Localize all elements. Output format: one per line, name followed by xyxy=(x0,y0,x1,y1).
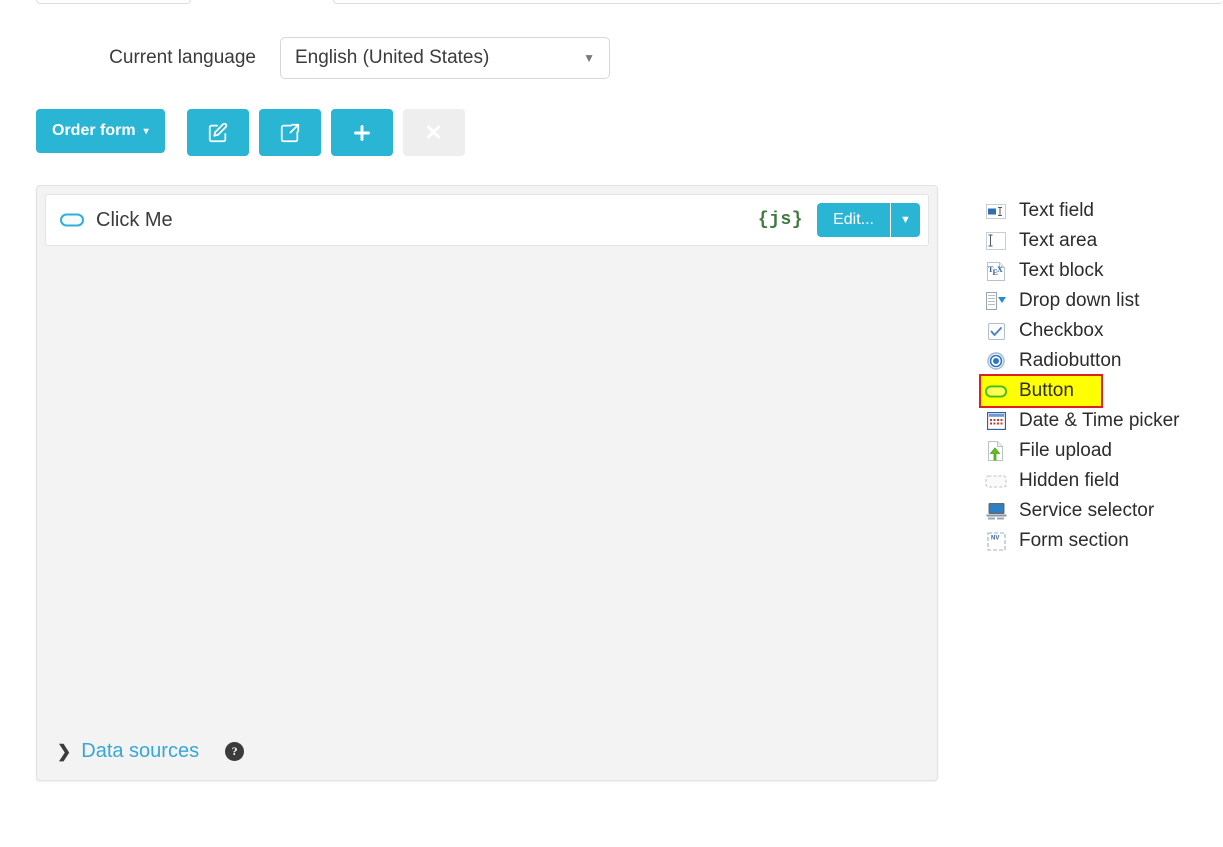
palette-item-label: Hidden field xyxy=(1019,470,1119,492)
button-icon xyxy=(60,212,86,228)
data-sources-link[interactable]: Data sources xyxy=(81,740,199,763)
palette-item-service-selector[interactable]: Service selector xyxy=(981,496,1221,526)
palette-item-label: Button xyxy=(1019,380,1074,402)
palette-item-label: Drop down list xyxy=(1019,290,1139,312)
edit-item-button[interactable]: Edit... xyxy=(817,203,890,237)
palette-item-label: Text block xyxy=(1019,260,1103,282)
palette-item-hidden-field[interactable]: Hidden field xyxy=(981,466,1221,496)
palette-item-date-time-picker[interactable]: Date & Time picker xyxy=(981,406,1221,436)
tab-panel-left-bottom-edge xyxy=(36,0,191,4)
palette-item-label: Text field xyxy=(1019,200,1094,222)
palette-item-label: Text area xyxy=(1019,230,1097,252)
text-block-icon: T E X xyxy=(985,260,1007,282)
palette-item-file-upload[interactable]: File upload xyxy=(981,436,1221,466)
drop-down-list-icon xyxy=(985,290,1007,312)
radiobutton-icon xyxy=(985,350,1007,372)
text-field-icon xyxy=(985,200,1007,222)
file-upload-icon xyxy=(985,440,1007,462)
current-language-value: English (United States) xyxy=(295,47,489,69)
content-panel-bottom-edge xyxy=(333,0,1223,4)
date-time-picker-icon xyxy=(985,410,1007,432)
field-type-palette: Text field Text area T E X Text block xyxy=(981,196,1221,556)
palette-item-form-section[interactable]: NV Form section xyxy=(981,526,1221,556)
palette-item-label: File upload xyxy=(1019,440,1112,462)
js-script-indicator: {js} xyxy=(758,210,803,230)
form-canvas-footer: ❯ Data sources ? xyxy=(37,722,937,780)
svg-text:NV: NV xyxy=(991,535,999,541)
add-field-button[interactable] xyxy=(331,109,393,156)
palette-item-label: Radiobutton xyxy=(1019,350,1121,372)
palette-item-checkbox[interactable]: Checkbox xyxy=(981,316,1221,346)
service-selector-icon xyxy=(985,500,1007,522)
svg-text:X: X xyxy=(997,265,1003,274)
plus-icon xyxy=(351,122,373,144)
form-canvas: Click Me {js} Edit... ▼ ❯ Data sources ? xyxy=(36,185,938,781)
edit-item-dropdown-button[interactable]: ▼ xyxy=(890,203,920,237)
form-toolbar: Order form ▾ ✕ xyxy=(36,109,475,156)
order-form-label: Order form xyxy=(52,122,136,140)
export-form-button[interactable] xyxy=(259,109,321,156)
close-icon: ✕ xyxy=(424,122,442,144)
form-section-icon: NV xyxy=(985,530,1007,552)
hidden-field-icon xyxy=(985,470,1007,492)
palette-item-text-area[interactable]: Text area xyxy=(981,226,1221,256)
pencil-square-icon xyxy=(207,122,229,144)
current-language-select[interactable]: English (United States) ▼ xyxy=(280,37,610,79)
palette-item-button[interactable]: Button xyxy=(981,376,1101,406)
palette-item-label: Checkbox xyxy=(1019,320,1104,342)
text-area-icon xyxy=(985,230,1007,252)
palette-item-text-field[interactable]: Text field xyxy=(981,196,1221,226)
palette-item-label: Form section xyxy=(1019,530,1129,552)
form-item-click-me[interactable]: Click Me {js} Edit... ▼ xyxy=(45,194,929,246)
palette-item-label: Date & Time picker xyxy=(1019,410,1180,432)
chevron-down-icon: ▼ xyxy=(900,214,911,226)
button-icon xyxy=(985,380,1007,402)
delete-form-button[interactable]: ✕ xyxy=(403,109,465,156)
help-icon[interactable]: ? xyxy=(225,742,244,761)
edit-form-button[interactable] xyxy=(187,109,249,156)
palette-item-label: Service selector xyxy=(1019,500,1154,522)
checkbox-icon xyxy=(985,320,1007,342)
palette-item-drop-down-list[interactable]: Drop down list xyxy=(981,286,1221,316)
order-form-dropdown-button[interactable]: Order form ▾ xyxy=(36,109,165,153)
chevron-down-icon: ▼ xyxy=(583,52,595,64)
palette-item-radiobutton[interactable]: Radiobutton xyxy=(981,346,1221,376)
chevron-right-icon[interactable]: ❯ xyxy=(57,743,71,760)
form-item-label: Click Me xyxy=(96,209,758,232)
share-export-icon xyxy=(279,122,301,144)
current-language-row: Current language English (United States)… xyxy=(0,36,660,80)
palette-item-text-block[interactable]: T E X Text block xyxy=(981,256,1221,286)
current-language-label: Current language xyxy=(0,47,280,69)
chevron-down-icon: ▾ xyxy=(144,127,149,137)
